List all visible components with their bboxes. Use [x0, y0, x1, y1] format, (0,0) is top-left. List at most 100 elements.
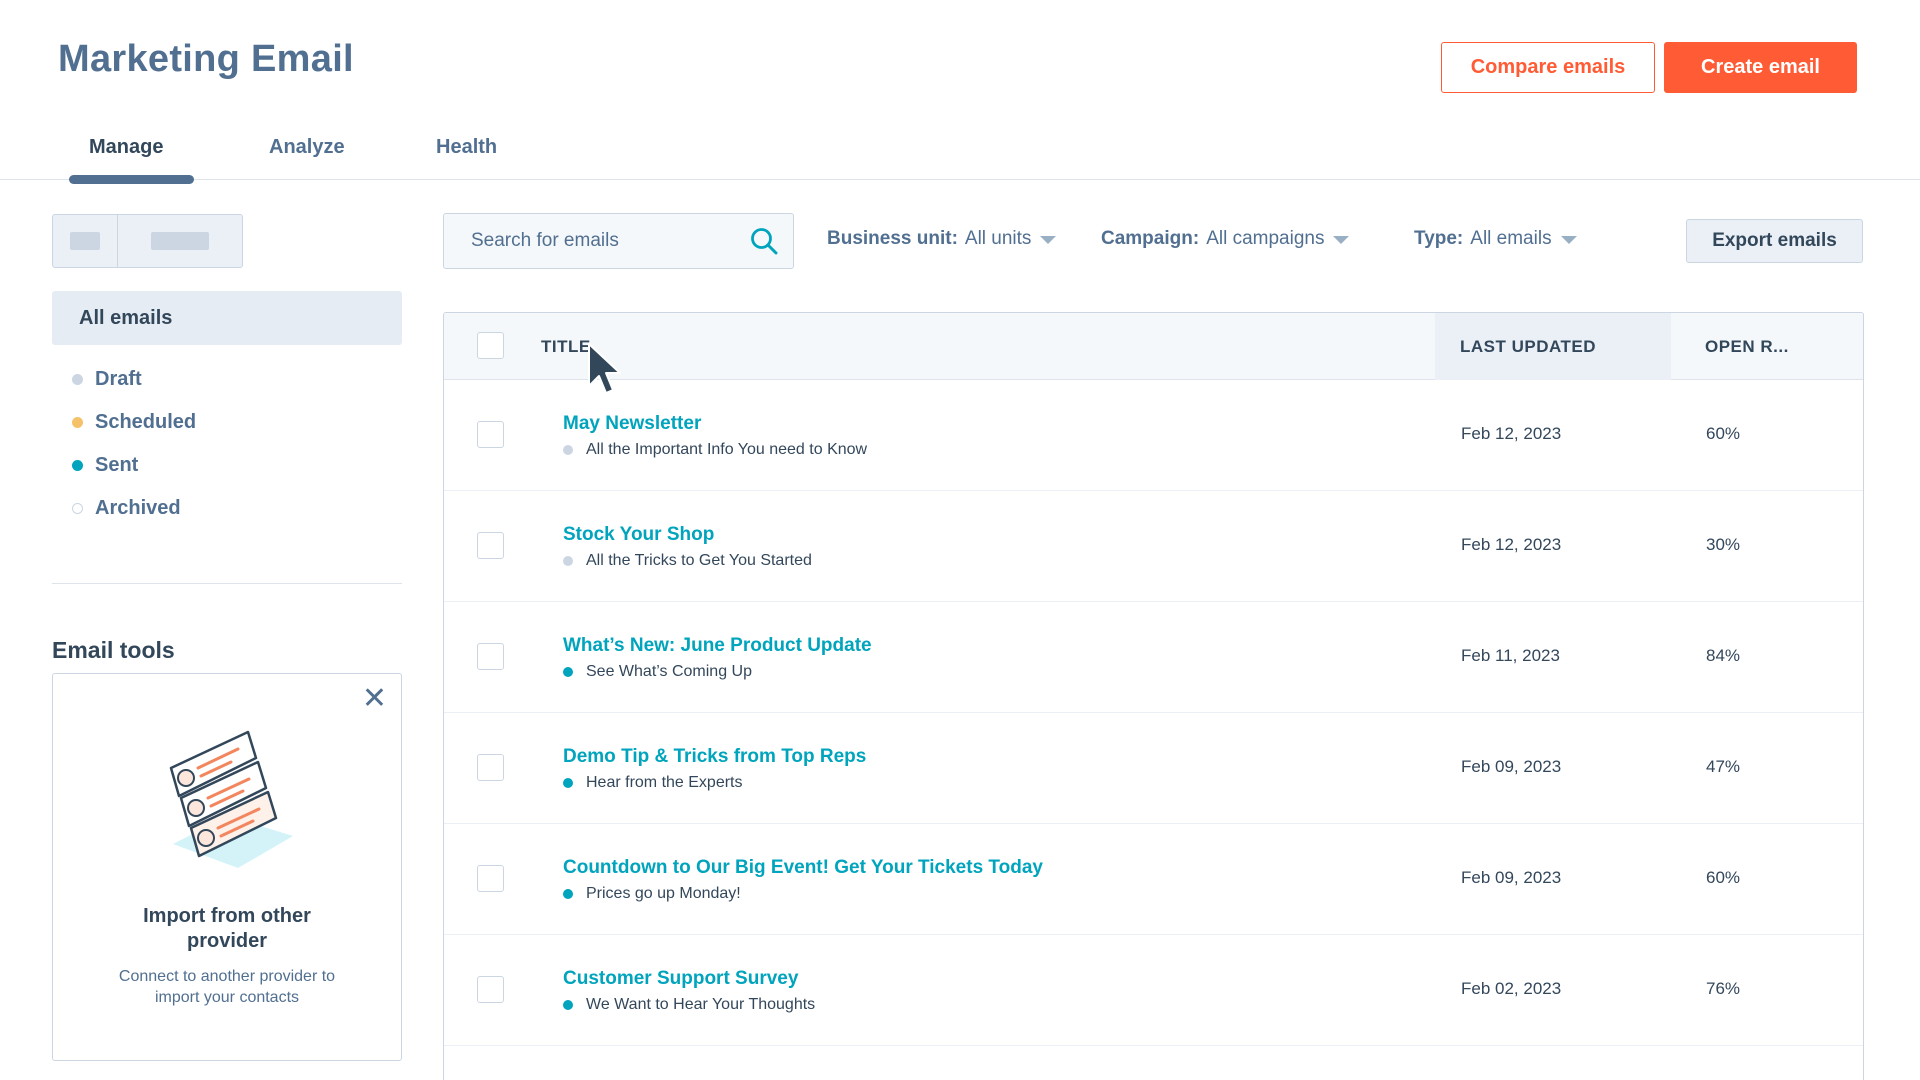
email-subtitle: We Want to Hear Your Thoughts	[563, 996, 815, 1014]
row-checkbox[interactable]	[477, 643, 504, 670]
email-subtitle-text: All the Tricks to Get You Started	[586, 552, 812, 569]
row-checkbox[interactable]	[477, 532, 504, 559]
email-title-link[interactable]: Countdown to Our Big Event! Get Your Tic…	[563, 857, 1043, 879]
sidebar-item-label: Sent	[95, 454, 139, 476]
email-title-link[interactable]: Demo Tip & Tricks from Top Reps	[563, 746, 866, 768]
column-header-last-updated[interactable]: LAST UPDATED	[1460, 337, 1596, 357]
status-dot-icon	[72, 460, 83, 471]
last-updated-cell: Feb 11, 2023	[1461, 646, 1560, 665]
tab-analyze[interactable]: Analyze	[269, 136, 345, 159]
sidebar-item-all-emails[interactable]: All emails	[52, 291, 402, 345]
view-toggle-option-2[interactable]	[118, 215, 242, 267]
view-toggle-option-1[interactable]	[53, 215, 118, 267]
status-filter-list: Draft Scheduled Sent Archived	[72, 358, 196, 530]
filter-campaign[interactable]: Campaign: All campaigns	[1101, 228, 1350, 250]
last-updated-cell: Feb 12, 2023	[1461, 535, 1562, 554]
search-icon[interactable]	[749, 226, 779, 256]
filter-type[interactable]: Type: All emails	[1414, 228, 1577, 250]
tab-bar: Manage Analyze Health	[0, 130, 1920, 184]
email-title-link[interactable]: Customer Support Survey	[563, 968, 798, 990]
chevron-down-icon	[1333, 236, 1350, 244]
row-checkbox[interactable]	[477, 865, 504, 892]
view-toggle-placeholder	[70, 232, 100, 250]
status-dot-icon	[72, 503, 83, 514]
table-row: Customer Support Survey We Want to Hear …	[444, 935, 1863, 1046]
open-rate-cell: 84%	[1706, 646, 1741, 665]
email-subtitle: See What’s Coming Up	[563, 663, 752, 681]
column-header-open-rate[interactable]: OPEN R...	[1705, 337, 1789, 357]
row-checkbox[interactable]	[477, 754, 504, 781]
compare-emails-button[interactable]: Compare emails	[1441, 42, 1655, 93]
status-dot-icon	[563, 778, 573, 788]
status-dot-icon	[563, 556, 573, 566]
open-rate-cell: 30%	[1706, 535, 1741, 554]
open-rate-cell: 76%	[1706, 979, 1741, 998]
last-updated-cell: Feb 09, 2023	[1461, 757, 1562, 776]
search-box[interactable]	[443, 213, 794, 269]
sidebar-divider	[52, 583, 402, 584]
filter-label: Business unit:	[827, 228, 958, 249]
row-checkbox[interactable]	[477, 421, 504, 448]
close-icon[interactable]: ✕	[362, 684, 387, 714]
sidebar-item-sent[interactable]: Sent	[72, 444, 196, 487]
filter-business-unit[interactable]: Business unit: All units	[827, 228, 1057, 250]
tool-card-title: Import from other provider	[143, 905, 311, 952]
sidebar-item-scheduled[interactable]: Scheduled	[72, 401, 196, 444]
status-dot-icon	[72, 374, 83, 385]
active-tab-indicator	[69, 175, 194, 184]
filter-value: All campaigns	[1206, 228, 1325, 249]
sidebar-item-label: Draft	[95, 368, 142, 390]
status-dot-icon	[563, 1000, 573, 1010]
last-updated-cell: Feb 02, 2023	[1461, 979, 1562, 998]
email-subtitle-text: Prices go up Monday!	[586, 885, 741, 902]
sidebar-item-archived[interactable]: Archived	[72, 487, 196, 530]
export-emails-button[interactable]: Export emails	[1686, 219, 1863, 263]
email-subtitle-text: Hear from the Experts	[586, 774, 743, 791]
import-provider-illustration-icon	[169, 730, 293, 868]
tab-manage[interactable]: Manage	[89, 136, 163, 159]
open-rate-cell: 60%	[1706, 868, 1741, 887]
view-toggle-placeholder	[151, 232, 209, 250]
view-toggle[interactable]	[52, 214, 243, 268]
open-rate-cell: 60%	[1706, 424, 1741, 443]
email-table: TITLE LAST UPDATED OPEN R... May Newslet…	[443, 312, 1864, 1080]
last-updated-cell: Feb 12, 2023	[1461, 424, 1562, 443]
email-subtitle-text: We Want to Hear Your Thoughts	[586, 996, 816, 1013]
sidebar-item-label: Scheduled	[95, 411, 197, 433]
last-updated-cell: Feb 09, 2023	[1461, 868, 1562, 887]
email-title-link[interactable]: What’s New: June Product Update	[563, 635, 872, 657]
column-header-title[interactable]: TITLE	[541, 337, 591, 357]
tab-health[interactable]: Health	[436, 136, 497, 159]
tool-card-description: Connect to another provider to import yo…	[118, 968, 336, 1006]
table-header: TITLE LAST UPDATED OPEN R...	[444, 313, 1863, 380]
email-subtitle-text: See What’s Coming Up	[586, 663, 752, 680]
filter-value: All emails	[1470, 228, 1552, 249]
select-all-checkbox[interactable]	[477, 332, 504, 359]
chevron-down-icon	[1040, 236, 1057, 244]
chevron-down-icon	[1560, 236, 1577, 244]
table-row: Stock Your Shop All the Tricks to Get Yo…	[444, 491, 1863, 602]
search-input[interactable]	[471, 230, 749, 252]
status-dot-icon	[72, 417, 83, 428]
table-row: Countdown to Our Big Event! Get Your Tic…	[444, 824, 1863, 935]
import-provider-card[interactable]: ✕ Import from other provider Connect to …	[52, 673, 402, 1061]
row-checkbox[interactable]	[477, 976, 504, 1003]
email-subtitle: All the Important Info You need to Know	[563, 441, 867, 459]
email-tools-heading: Email tools	[52, 637, 175, 663]
email-title-link[interactable]: May Newsletter	[563, 413, 701, 435]
open-rate-cell: 47%	[1706, 757, 1741, 776]
create-email-button[interactable]: Create email	[1664, 42, 1857, 93]
filter-label: Type:	[1414, 228, 1464, 249]
email-subtitle: Hear from the Experts	[563, 774, 743, 792]
email-subtitle: Prices go up Monday!	[563, 885, 741, 903]
status-dot-icon	[563, 445, 573, 455]
status-dot-icon	[563, 667, 573, 677]
email-subtitle-text: All the Important Info You need to Know	[586, 441, 868, 458]
sidebar-item-draft[interactable]: Draft	[72, 358, 196, 401]
email-title-link[interactable]: Stock Your Shop	[563, 524, 714, 546]
email-subtitle: All the Tricks to Get You Started	[563, 552, 812, 570]
table-row: Demo Tip & Tricks from Top Reps Hear fro…	[444, 713, 1863, 824]
status-dot-icon	[563, 889, 573, 899]
table-row: May Newsletter All the Important Info Yo…	[444, 380, 1863, 491]
sidebar-item-label: Archived	[95, 497, 181, 519]
